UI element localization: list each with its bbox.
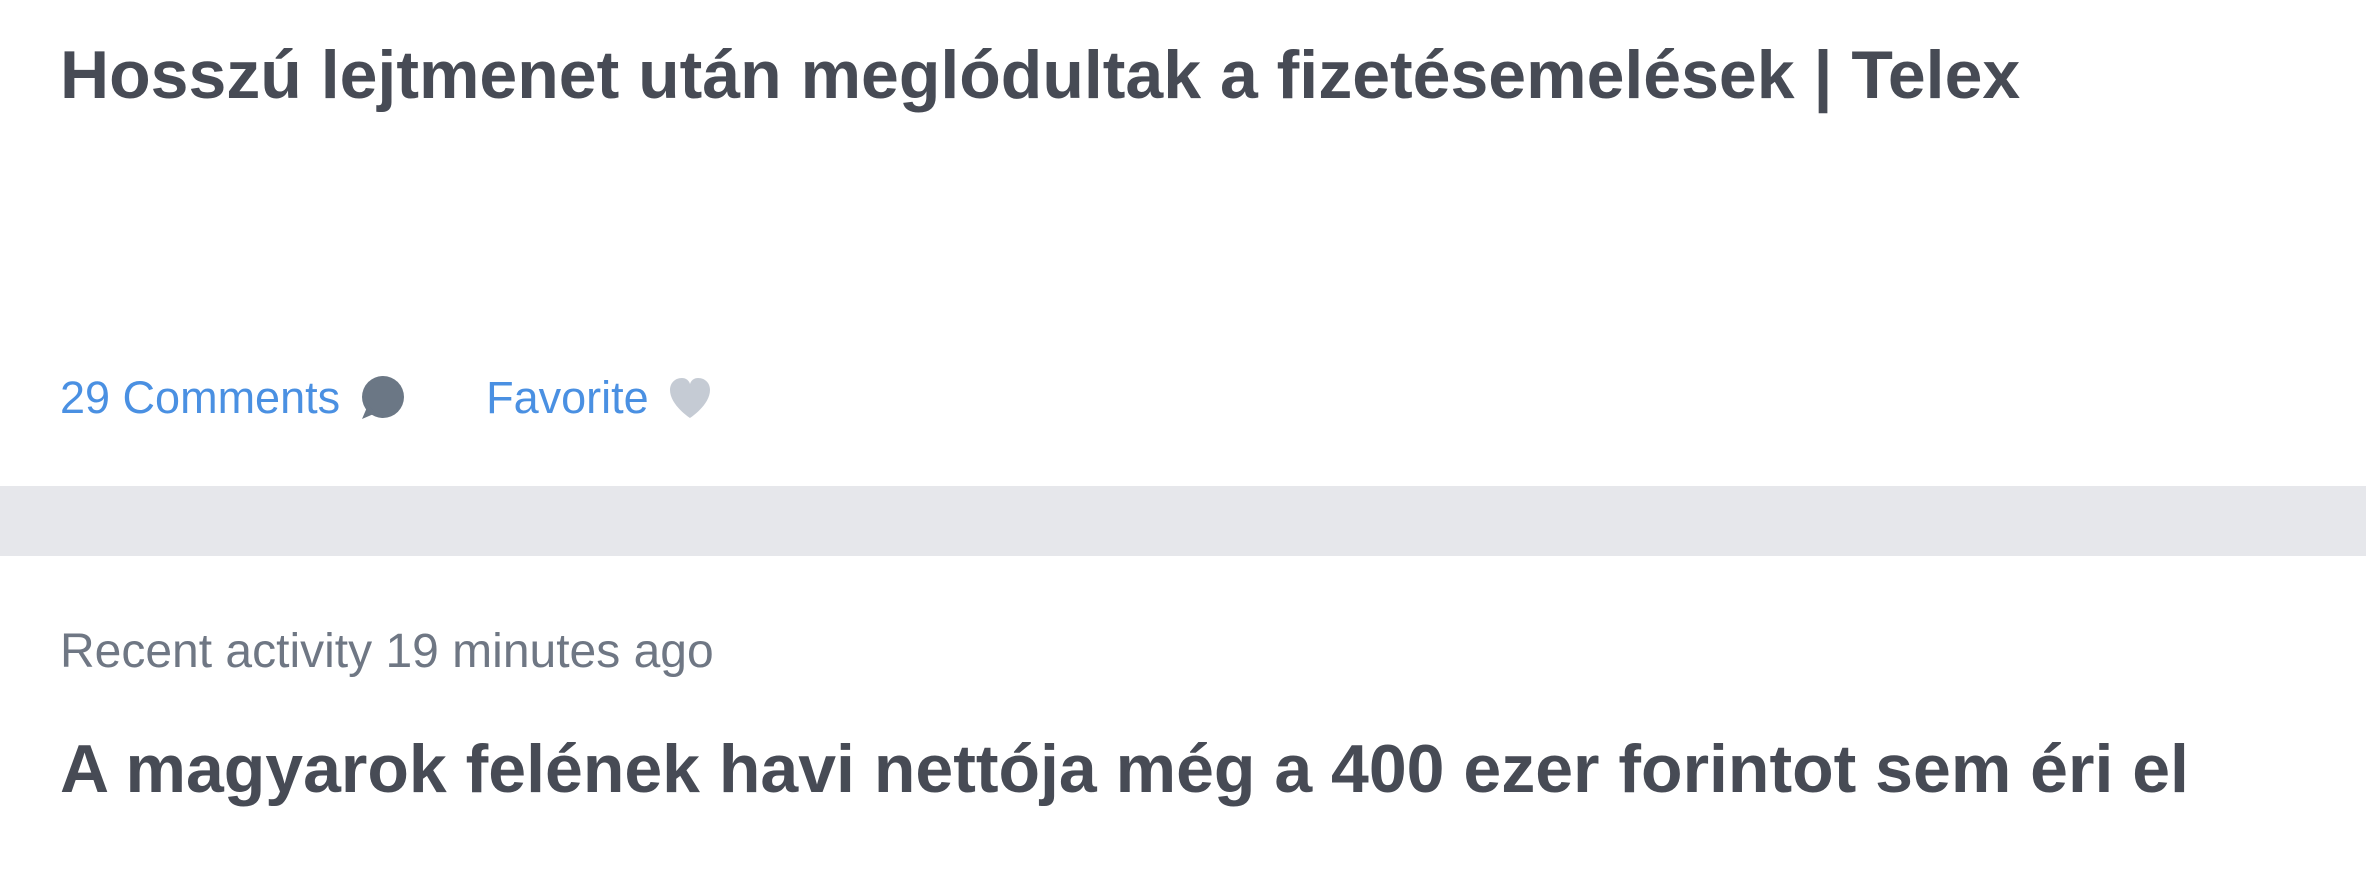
favorite-label: Favorite bbox=[486, 372, 649, 423]
feed-item: Hosszú lejtmenet után meglódultak a fize… bbox=[0, 0, 2366, 486]
article-title[interactable]: A magyarok felének havi nettója még a 40… bbox=[60, 730, 2189, 808]
article-actions: 29 Comments Favorite bbox=[60, 368, 715, 428]
favorite-button[interactable]: Favorite bbox=[486, 372, 715, 424]
speech-bubble-icon bbox=[356, 373, 406, 423]
article-title[interactable]: Hosszú lejtmenet után meglódultak a fize… bbox=[60, 36, 2020, 114]
feed-separator bbox=[0, 486, 2366, 556]
comments-count: 29 Comments bbox=[60, 372, 341, 423]
comments-link[interactable]: 29 Comments bbox=[60, 372, 406, 424]
recent-activity: Recent activity 19 minutes ago bbox=[60, 625, 714, 678]
feed-item: Recent activity 19 minutes ago A magyaro… bbox=[0, 556, 2366, 884]
heart-icon bbox=[665, 373, 715, 423]
